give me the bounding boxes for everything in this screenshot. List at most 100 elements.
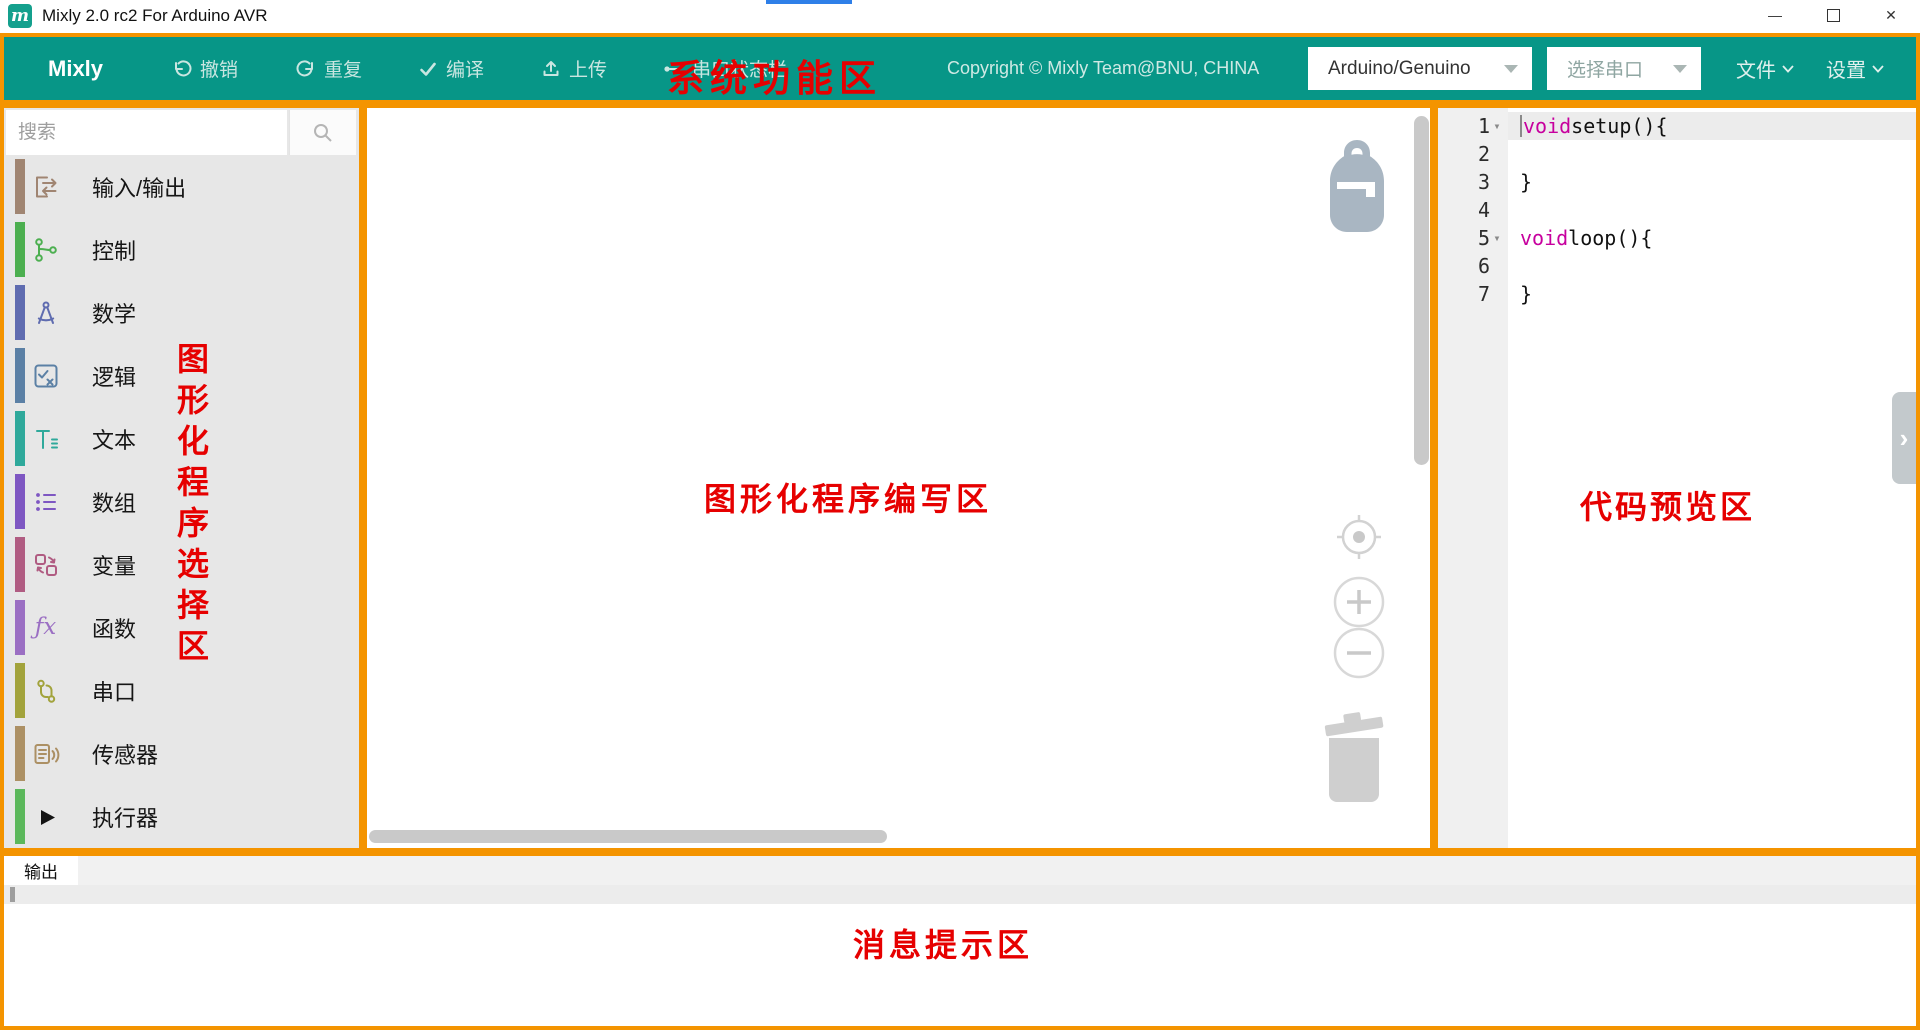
port-select-value: 选择串口: [1567, 55, 1643, 82]
panel-expander-tab[interactable]: ›: [1892, 392, 1916, 484]
text-cursor: [1520, 115, 1522, 137]
minimize-icon[interactable]: —: [1746, 0, 1804, 30]
port-select[interactable]: 选择串口: [1547, 47, 1701, 90]
code-text: void loop(){: [1508, 224, 1916, 252]
line-number: 1▾: [1438, 112, 1508, 140]
output-line: [4, 885, 1916, 904]
category-label: 逻辑: [92, 360, 136, 392]
menu-settings-label: 设置: [1826, 54, 1866, 83]
trash-icon[interactable]: [1320, 708, 1388, 804]
close-icon[interactable]: ✕: [1862, 0, 1920, 30]
toolbar-button-2[interactable]: 重复: [296, 37, 362, 100]
redo-icon: [296, 59, 316, 79]
zoom-in-icon[interactable]: [1330, 573, 1388, 631]
array-icon: [30, 486, 61, 517]
sidebar-item-3[interactable]: 数学: [4, 281, 359, 344]
search-input[interactable]: [6, 110, 287, 155]
code-text: }: [1508, 280, 1916, 308]
chevron-down-icon: [1504, 65, 1518, 73]
board-select[interactable]: Arduino/Genuino: [1308, 47, 1532, 90]
variable-icon: [30, 549, 61, 580]
menu-file[interactable]: 文件: [1736, 37, 1794, 100]
search-button[interactable]: [289, 110, 356, 155]
code-line-2: 2: [1438, 140, 1916, 168]
center-view-icon[interactable]: [1332, 510, 1386, 564]
code-lines: 1▾void setup(){23}45▾void loop(){67}: [1438, 112, 1916, 308]
category-color-strip: [15, 600, 25, 655]
toolbar: Mixly 撤销重复编译上传串口状态栏 Copyright © Mixly Te…: [0, 33, 1920, 104]
sidebar-item-5[interactable]: 文本: [4, 407, 359, 470]
category-color-strip: [15, 285, 25, 340]
line-number: 2: [1438, 140, 1508, 168]
category-color-strip: [15, 222, 25, 277]
category-label: 数组: [92, 486, 136, 518]
chevron-right-icon: ›: [1900, 423, 1909, 454]
toolbar-button-label: 撤销: [200, 55, 238, 82]
category-label: 函数: [92, 612, 136, 644]
output-cursor: [10, 887, 15, 902]
sidebar-item-9[interactable]: 串口: [4, 659, 359, 722]
code-line-1: 1▾void setup(){: [1438, 112, 1916, 140]
line-number: 6: [1438, 252, 1508, 280]
sidebar-item-1[interactable]: 输入/输出: [4, 155, 359, 218]
category-color-strip: [15, 474, 25, 529]
line-number: 3: [1438, 168, 1508, 196]
code-line-6: 6: [1438, 252, 1916, 280]
upload-icon: [541, 59, 561, 79]
sidebar-item-8[interactable]: ƒx 函数: [4, 596, 359, 659]
tab-output[interactable]: 输出: [4, 856, 78, 885]
line-number: 5▾: [1438, 224, 1508, 252]
category-label: 控制: [92, 234, 136, 266]
category-label: 变量: [92, 549, 136, 581]
logic-icon: [30, 360, 61, 391]
code-text: [1508, 196, 1916, 224]
toolbar-button-label: 编译: [446, 55, 484, 82]
backpack-icon[interactable]: [1320, 137, 1394, 233]
category-color-strip: [15, 726, 25, 781]
sidebar-item-10[interactable]: 传感器: [4, 722, 359, 785]
serial-status-icon: [662, 59, 684, 79]
actuator-icon: [30, 801, 61, 832]
toolbar-button-4[interactable]: 上传: [541, 37, 607, 100]
code-line-3: 3}: [1438, 168, 1916, 196]
code-line-5: 5▾void loop(){: [1438, 224, 1916, 252]
toolbar-button-3[interactable]: 编译: [418, 37, 484, 100]
sidebar-item-2[interactable]: 控制: [4, 218, 359, 281]
category-color-strip: [15, 663, 25, 718]
code-text: [1508, 140, 1916, 168]
window-title: Mixly 2.0 rc2 For Arduino AVR: [42, 0, 268, 33]
output-tabbar: 输出: [4, 856, 1916, 885]
fold-arrow-icon[interactable]: ▾: [1490, 231, 1504, 245]
code-preview-panel: 1▾void setup(){23}45▾void loop(){67} ›: [1434, 104, 1920, 852]
category-color-strip: [15, 348, 25, 403]
sidebar-item-6[interactable]: 数组: [4, 470, 359, 533]
window-controls: — ✕: [1746, 0, 1920, 30]
compile-icon: [418, 59, 438, 79]
undo-icon: [172, 59, 192, 79]
mixly-brand[interactable]: Mixly: [48, 37, 103, 100]
vertical-scrollbar[interactable]: [1414, 116, 1429, 465]
serialport-icon: [30, 675, 61, 706]
category-color-strip: [15, 411, 25, 466]
sidebar-item-11[interactable]: 执行器: [4, 785, 359, 848]
output-panel: 输出: [0, 852, 1920, 1030]
menu-settings[interactable]: 设置: [1826, 37, 1884, 100]
title-bar: m Mixly 2.0 rc2 For Arduino AVR — ✕: [0, 0, 1920, 33]
blockly-canvas[interactable]: [363, 104, 1434, 852]
sidebar-item-7[interactable]: 变量: [4, 533, 359, 596]
toolbar-button-1[interactable]: 撤销: [172, 37, 238, 100]
category-color-strip: [15, 789, 25, 844]
chevron-down-icon: [1782, 65, 1794, 73]
top-accent-bar: [766, 0, 852, 4]
category-list: 输入/输出控制数学逻辑文本数组变量 ƒx 函数串口传感器执行器: [4, 155, 359, 848]
zoom-out-icon[interactable]: [1330, 624, 1388, 682]
fold-arrow-icon[interactable]: ▾: [1490, 119, 1504, 133]
toolbar-button-label: 上传: [569, 55, 607, 82]
block-category-sidebar: 输入/输出控制数学逻辑文本数组变量 ƒx 函数串口传感器执行器: [0, 104, 363, 852]
function-icon: ƒx: [30, 612, 61, 643]
toolbar-button-5[interactable]: 串口状态栏: [662, 37, 787, 100]
maximize-icon[interactable]: [1804, 0, 1862, 30]
code-line-7: 7}: [1438, 280, 1916, 308]
sidebar-item-4[interactable]: 逻辑: [4, 344, 359, 407]
horizontal-scrollbar[interactable]: [369, 830, 887, 843]
